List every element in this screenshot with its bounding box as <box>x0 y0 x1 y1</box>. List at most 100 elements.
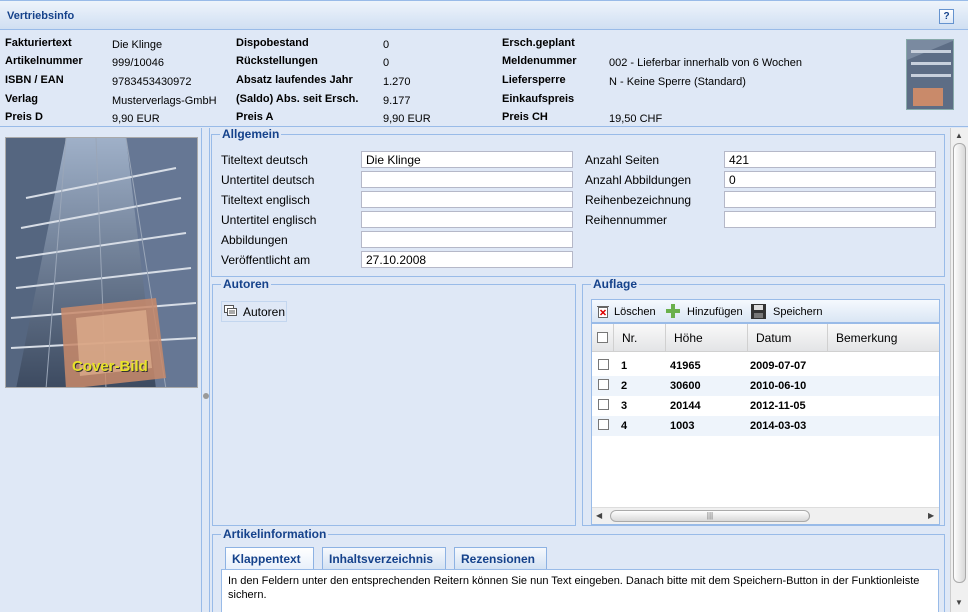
reihennummer-input[interactable] <box>724 211 936 228</box>
cell-datum: 2014-03-03 <box>750 420 807 432</box>
fieldset-auflage: Auflage Löschen Hinzufügen Speichern Nr.… <box>582 277 945 526</box>
help-button[interactable]: ? <box>939 9 954 24</box>
info-value: 9,90 EUR <box>112 113 160 125</box>
info-label: ISBN / EAN <box>5 74 64 86</box>
field-label: Untertitel deutsch <box>221 173 315 187</box>
field-label: Anzahl Seiten <box>585 153 660 167</box>
info-label: Absatz laufendes Jahr <box>236 74 353 86</box>
save-icon[interactable] <box>751 304 766 322</box>
tab-inhaltsverzeichnis[interactable]: Inhaltsverzeichnis <box>322 547 446 569</box>
info-value: 0 <box>383 39 390 51</box>
tab-rezensionen[interactable]: Rezensionen <box>454 547 547 569</box>
fieldset-legend: Allgemein <box>220 127 282 141</box>
info-label: Rückstellungen <box>236 55 318 67</box>
cell-hoehe: 30600 <box>670 380 701 392</box>
splitter-knob[interactable] <box>203 393 209 399</box>
auflage-grid: Nr. Höhe Datum Bemerkung 1 41965 2009-07… <box>591 323 940 525</box>
klappentext-textarea[interactable]: In den Feldern unter den entsprechenden … <box>221 569 939 612</box>
row-checkbox[interactable] <box>598 419 609 430</box>
col-header-hoehe[interactable]: Höhe <box>666 324 748 352</box>
trash-icon[interactable] <box>597 304 609 321</box>
info-value: N - Keine Sperre (Standard) <box>609 76 746 88</box>
abbildungen-input[interactable] <box>361 231 573 248</box>
row-checkbox[interactable] <box>598 359 609 370</box>
info-value: 002 - Lieferbar innerhalb von 6 Wochen <box>609 57 803 69</box>
titeltext-deutsch-input[interactable]: Die Klinge <box>361 151 573 168</box>
cover-thumbnail[interactable] <box>906 39 954 110</box>
scrollbar-thumb[interactable] <box>953 143 966 583</box>
untertitel-deutsch-input[interactable] <box>361 171 573 188</box>
info-label: Einkaufspreis <box>502 93 575 105</box>
panel-splitter[interactable] <box>202 128 210 612</box>
table-row[interactable]: 3 20144 2012-11-05 <box>592 396 939 416</box>
veroeffentlicht-input[interactable]: 27.10.2008 <box>361 251 573 268</box>
scroll-left-icon[interactable]: ◀ <box>596 511 602 520</box>
cover-caption: Cover-Bild <box>72 358 148 375</box>
col-header-nr[interactable]: Nr. <box>614 324 666 352</box>
field-label: Titeltext englisch <box>221 193 310 207</box>
col-header-datum[interactable]: Datum <box>748 324 828 352</box>
scroll-down-icon[interactable]: ▼ <box>955 598 963 607</box>
titeltext-englisch-input[interactable] <box>361 191 573 208</box>
row-checkbox[interactable] <box>598 399 609 410</box>
info-summary: Fakturiertext Die Klinge Artikelnummer 9… <box>0 31 968 127</box>
field-label: Anzahl Abbildungen <box>585 173 692 187</box>
info-value: 19,50 CHF <box>609 113 663 125</box>
info-value: 9.177 <box>383 95 411 107</box>
info-label: Dispobestand <box>236 37 309 49</box>
scroll-up-icon[interactable]: ▲ <box>955 131 963 140</box>
list-icon <box>224 305 238 317</box>
panel-title: Vertriebsinfo <box>7 10 75 22</box>
info-value: 999/10046 <box>112 57 164 69</box>
table-row[interactable]: 1 41965 2009-07-07 <box>592 356 939 376</box>
fieldset-legend: Artikelinformation <box>221 527 329 541</box>
field-label: Reihenbezeichnung <box>585 193 692 207</box>
info-value: 0 <box>383 57 390 69</box>
table-row[interactable]: 4 1003 2014-03-03 <box>592 416 939 436</box>
main-form: Allgemein Titeltext deutsch Die Klinge U… <box>211 127 968 612</box>
field-label: Reihennummer <box>585 213 668 227</box>
fieldset-allgemein: Allgemein Titeltext deutsch Die Klinge U… <box>211 127 945 277</box>
anzahl-abbildungen-input[interactable]: 0 <box>724 171 936 188</box>
untertitel-englisch-input[interactable] <box>361 211 573 228</box>
cell-nr: 4 <box>621 420 628 432</box>
table-row[interactable]: 2 30600 2010-06-10 <box>592 376 939 396</box>
select-all-cell <box>592 324 614 352</box>
field-label: Titeltext deutsch <box>221 153 308 167</box>
tab-klappentext[interactable]: Klappentext <box>225 547 314 569</box>
delete-button[interactable]: Löschen <box>614 306 656 318</box>
anzahl-seiten-input[interactable]: 421 <box>724 151 936 168</box>
fieldset-legend: Autoren <box>221 277 271 291</box>
info-value: Musterverlags-GmbH <box>112 95 217 107</box>
cell-hoehe: 1003 <box>670 420 695 432</box>
cell-hoehe: 20144 <box>670 400 701 412</box>
info-value: 9,90 EUR <box>383 113 431 125</box>
scroll-right-icon[interactable]: ▶ <box>928 511 934 520</box>
col-header-bemerkung[interactable]: Bemerkung <box>828 324 939 352</box>
tree-node-label: Autoren <box>243 305 286 319</box>
auflage-toolbar: Löschen Hinzufügen Speichern <box>591 299 940 323</box>
cover-panel: Cover-Bild <box>0 128 202 612</box>
cell-hoehe: 41965 <box>670 360 701 372</box>
grid-horizontal-scrollbar[interactable]: ◀ ||| ▶ <box>592 507 939 524</box>
info-value: 1.270 <box>383 76 411 88</box>
main-vertical-scrollbar[interactable]: ▲ ▼ <box>950 128 968 612</box>
save-button[interactable]: Speichern <box>773 306 823 318</box>
info-label: Meldenummer <box>502 55 577 67</box>
field-label: Abbildungen <box>221 233 288 247</box>
field-label: Untertitel englisch <box>221 213 317 227</box>
reihenbezeichnung-input[interactable] <box>724 191 936 208</box>
cover-image[interactable]: Cover-Bild <box>5 137 198 388</box>
add-icon[interactable] <box>666 304 680 321</box>
cell-nr: 2 <box>621 380 628 392</box>
cell-datum: 2009-07-07 <box>750 360 807 372</box>
add-button[interactable]: Hinzufügen <box>687 306 743 318</box>
row-checkbox[interactable] <box>598 379 609 390</box>
fieldset-autoren: Autoren Autoren <box>212 277 576 526</box>
info-value: Die Klinge <box>112 39 163 51</box>
select-all-checkbox[interactable] <box>597 332 608 343</box>
panel-header: Vertriebsinfo ? <box>0 0 968 30</box>
scrollbar-thumb[interactable]: ||| <box>610 510 810 522</box>
tree-node-autoren[interactable]: Autoren <box>221 301 287 322</box>
fieldset-artikelinformation: Artikelinformation Klappentext Inhaltsve… <box>212 527 945 612</box>
